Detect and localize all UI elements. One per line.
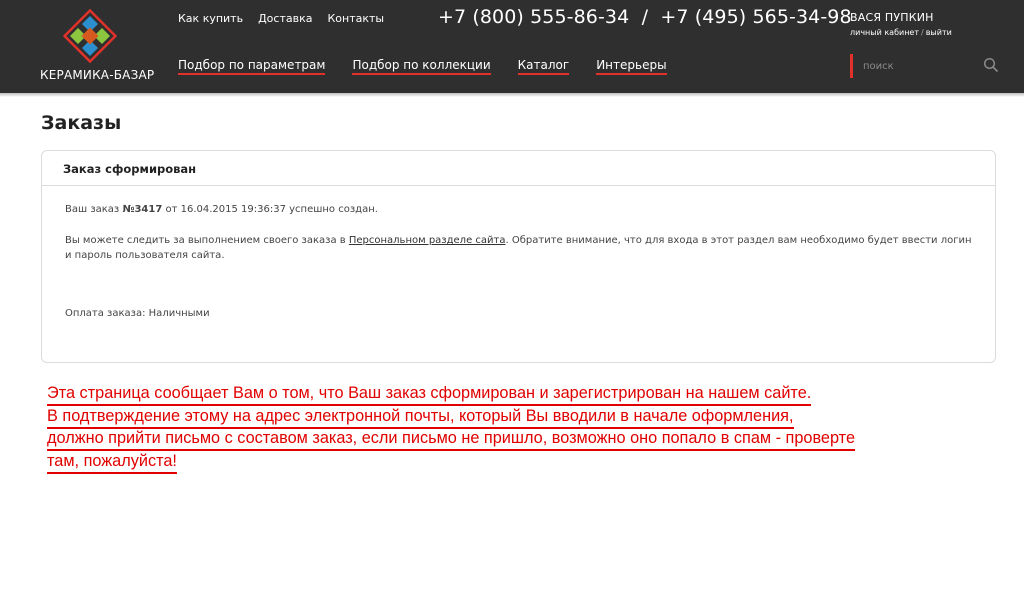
nav-item-by-collection[interactable]: Подбор по коллекции xyxy=(352,58,491,75)
main-nav: Подбор по параметрам Подбор по коллекции… xyxy=(178,58,694,75)
order-created-text: Ваш заказ №3417 от 16.04.2015 19:36:37 у… xyxy=(65,204,378,215)
order-text-prefix: Ваш заказ xyxy=(65,204,123,215)
order-number: №3417 xyxy=(122,204,163,215)
page-title: Заказы xyxy=(41,112,122,134)
top-link-contacts[interactable]: Контакты xyxy=(327,12,384,25)
personal-section-link[interactable]: Персональном разделе сайта xyxy=(349,235,506,246)
red-annotation: Эта страница сообщает Вам о том, что Ваш… xyxy=(47,382,856,474)
nav-item-interiors[interactable]: Интерьеры xyxy=(596,58,667,75)
top-link-how-to-buy[interactable]: Как купить xyxy=(178,12,243,25)
personal-cabinet-link[interactable]: личный кабинет xyxy=(850,28,919,37)
top-links: Как купить Доставка Контакты xyxy=(178,12,384,25)
logout-link[interactable]: выйти xyxy=(926,28,952,37)
header-shadow xyxy=(0,93,1024,97)
annotation-line: там, пожалуйста! xyxy=(47,452,177,474)
payment-method-text: Оплата заказа: Наличными xyxy=(65,308,210,319)
site-header: КЕРАМИКА-БАЗАР Как купить Доставка Конта… xyxy=(0,0,1024,93)
user-links-separator: / xyxy=(921,28,924,37)
nav-item-by-parameters[interactable]: Подбор по параметрам xyxy=(178,58,326,75)
annotation-line: должно прийти письмо с составом заказ, е… xyxy=(47,429,856,451)
annotation-line: Эта страница сообщает Вам о том, что Ваш… xyxy=(47,384,812,406)
logo-text[interactable]: КЕРАМИКА-БАЗАР xyxy=(40,68,154,82)
order-card: Заказ сформирован Ваш заказ №3417 от 16.… xyxy=(41,150,996,363)
tracking-text-prefix: Вы можете следить за выполнением своего … xyxy=(65,235,349,246)
user-name: ВАСЯ ПУПКИН xyxy=(850,11,934,24)
order-card-heading: Заказ сформирован xyxy=(42,151,995,186)
order-tracking-text: Вы можете следить за выполнением своего … xyxy=(65,233,980,263)
phone-numbers: +7 (800) 555-86-34 / +7 (495) 565-34-98 xyxy=(438,6,852,28)
nav-item-catalog[interactable]: Каталог xyxy=(517,58,570,75)
top-link-delivery[interactable]: Доставка xyxy=(258,12,312,25)
search-input[interactable] xyxy=(863,57,973,75)
diamond-logo-icon[interactable] xyxy=(58,4,122,68)
search-icon[interactable] xyxy=(983,57,999,73)
order-text-suffix: от 16.04.2015 19:36:37 успешно создан. xyxy=(162,204,378,215)
annotation-line: В подтверждение этому на адрес электронн… xyxy=(47,407,794,429)
user-links: личный кабинет / выйти xyxy=(850,28,952,37)
search-box xyxy=(850,54,1000,78)
